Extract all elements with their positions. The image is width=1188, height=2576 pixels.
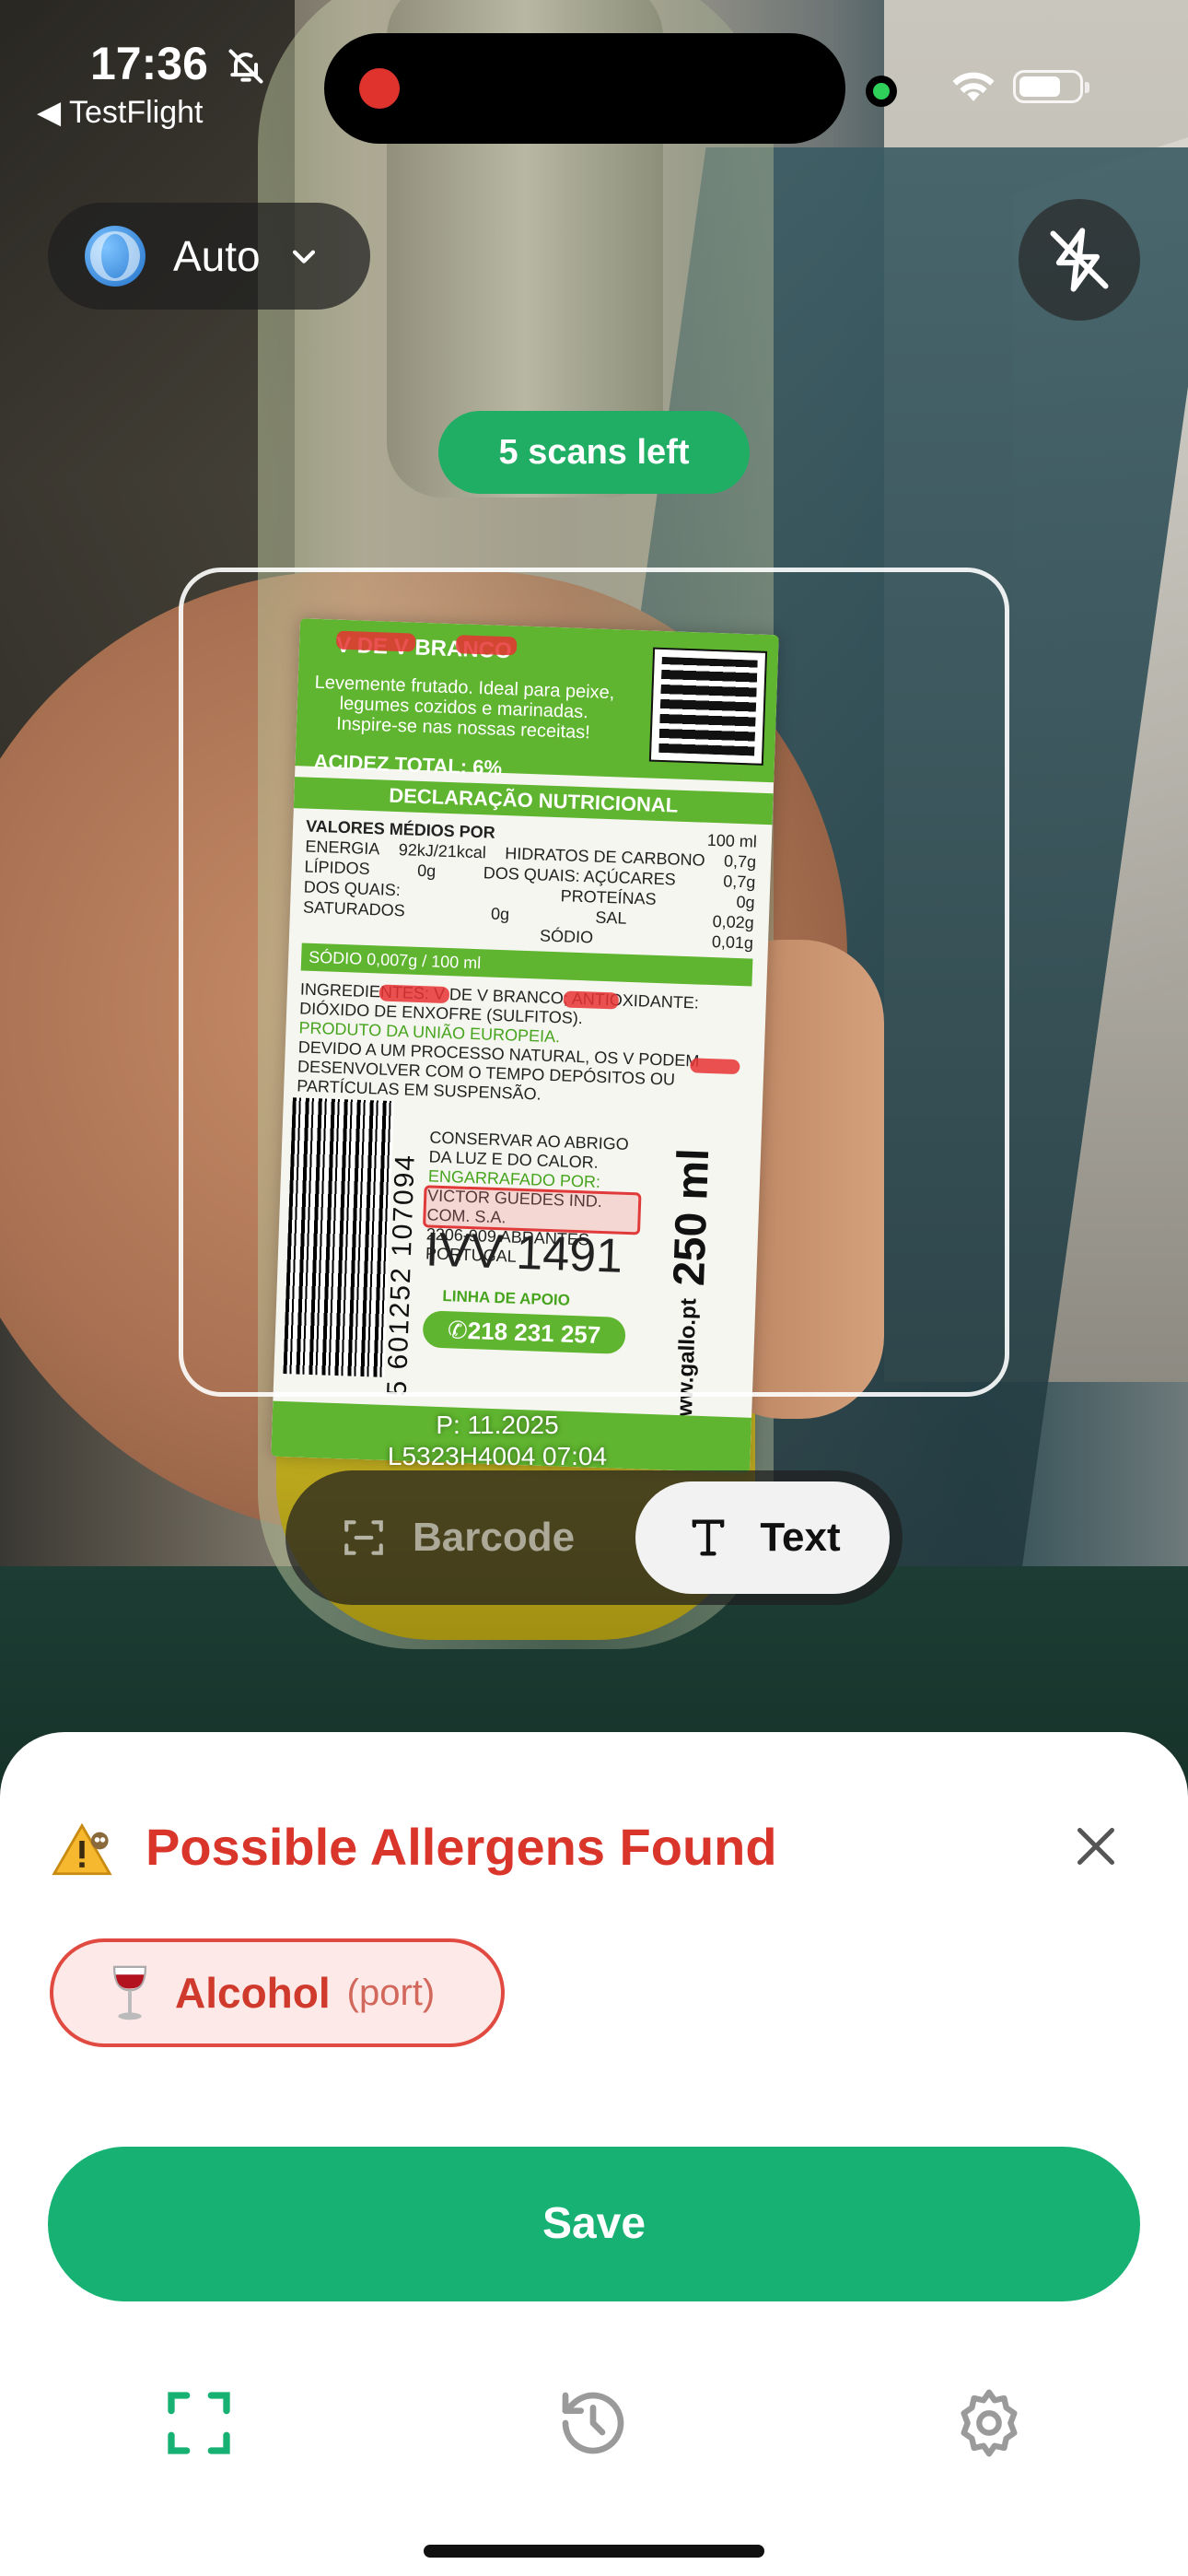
sheet-title: Possible Allergens Found — [146, 1818, 777, 1876]
scan-frame-icon — [168, 2392, 230, 2454]
flash-toggle-button[interactable] — [1019, 199, 1140, 321]
globe-icon — [85, 226, 146, 287]
wifi-icon — [952, 72, 995, 101]
allergen-chip-label: Alcohol — [175, 1969, 331, 2017]
scan-mode-toggle: Barcode Text — [285, 1470, 903, 1605]
language-selector[interactable]: Auto — [48, 203, 370, 310]
close-icon[interactable] — [1068, 1819, 1124, 1874]
mode-text-button[interactable]: Text — [635, 1481, 890, 1594]
allergen-sheet: Possible Allergens Found Alcohol (port) … — [0, 1732, 1188, 2576]
home-indicator — [424, 2545, 764, 2558]
nav-scan[interactable] — [144, 2368, 254, 2478]
bottom-nav — [0, 2368, 1188, 2497]
mode-barcode-button[interactable]: Barcode — [341, 1470, 575, 1605]
mode-barcode-label: Barcode — [413, 1515, 576, 1560]
scan-frame — [179, 568, 1009, 1397]
barcode-scan-icon — [344, 1520, 383, 1555]
wine-glass-icon — [112, 1965, 147, 2020]
dynamic-island — [324, 33, 845, 144]
mode-text-label: Text — [760, 1515, 841, 1560]
gear-icon — [961, 2389, 1018, 2457]
status-bar: 17:36 ◀ TestFlight — [0, 0, 1188, 144]
language-label: Auto — [173, 232, 261, 280]
battery-icon — [1013, 70, 1089, 103]
batch-lot: L5323H4004 07:04 — [387, 1442, 608, 1470]
save-button[interactable]: Save — [48, 2147, 1140, 2301]
allergen-chip[interactable]: Alcohol (port) — [50, 1938, 505, 2047]
flash-off-icon — [1050, 228, 1109, 292]
warning-owl-icon — [52, 1822, 112, 1876]
allergen-chip-note: (port) — [346, 1972, 436, 2013]
back-to-app-link[interactable]: ◀ TestFlight — [37, 94, 203, 131]
batch-date: P: 11.2025 — [436, 1411, 559, 1439]
nav-settings[interactable] — [934, 2368, 1044, 2478]
text-icon — [693, 1519, 725, 1556]
scans-left-badge: 5 scans left — [438, 411, 750, 494]
nav-history[interactable] — [538, 2368, 648, 2478]
camera-in-use-dot — [866, 76, 897, 107]
status-time: 17:36 — [90, 38, 208, 89]
chevron-down-icon — [292, 250, 315, 263]
bell-slash-icon — [228, 49, 263, 84]
history-icon — [562, 2392, 624, 2454]
recording-indicator — [359, 68, 400, 109]
